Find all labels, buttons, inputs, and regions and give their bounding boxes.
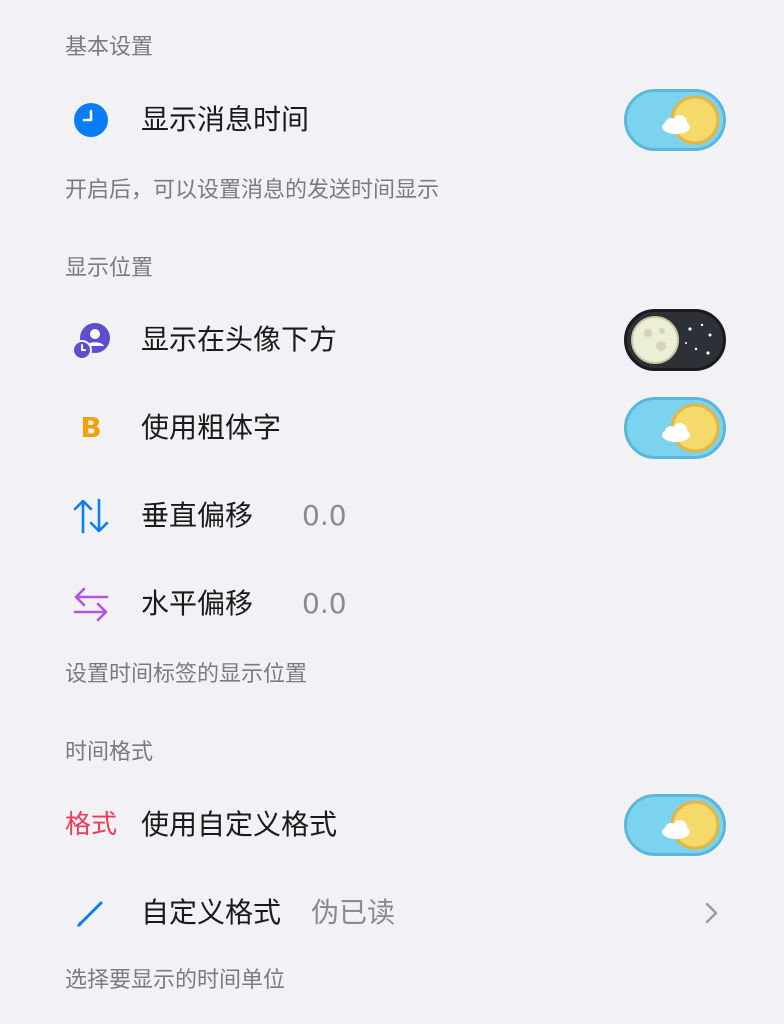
pencil-icon [65,887,117,939]
row-show-message-time[interactable]: 显示消息时间 [0,76,784,164]
row-use-custom-format[interactable]: 格式 使用自定义格式 [0,781,784,869]
bold-icon-glyph: B [80,411,102,444]
use-bold-toggle[interactable] [624,397,726,459]
show-message-time-toggle[interactable] [624,89,726,151]
use-custom-format-toggle[interactable] [624,794,726,856]
row-use-bold[interactable]: B 使用粗体字 [0,384,784,472]
vertical-offset-icon [65,490,117,542]
basic-description: 开启后，可以设置消息的发送时间显示 [65,178,440,203]
use-custom-format-label: 使用自定义格式 [141,808,338,841]
format-icon: 格式 [65,799,125,851]
clock-icon [65,94,117,146]
format-icon-glyph: 格式 [65,810,118,840]
use-bold-label: 使用粗体字 [141,411,282,444]
horizontal-offset-label: 水平偏移 [141,587,254,620]
vertical-offset-value: 0.0 [302,499,347,532]
row-custom-format[interactable]: 自定义格式 伪已读 [0,869,784,957]
custom-format-label: 自定义格式 [141,896,282,929]
row-vertical-offset[interactable]: 垂直偏移 0.0 [0,472,784,560]
format-description: 选择要显示的时间单位 [65,968,286,993]
section-header-basic: 基本设置 [65,35,154,60]
show-below-avatar-label: 显示在头像下方 [141,323,338,356]
vertical-offset-label: 垂直偏移 [141,499,254,532]
row-show-below-avatar[interactable]: 显示在头像下方 [0,296,784,384]
show-below-avatar-toggle[interactable] [624,309,726,371]
bold-icon: B [65,402,117,454]
horizontal-offset-icon [65,578,117,630]
section-header-format: 时间格式 [65,740,154,765]
row-horizontal-offset[interactable]: 水平偏移 0.0 [0,560,784,648]
horizontal-offset-value: 0.0 [302,587,347,620]
custom-format-value: 伪已读 [311,896,396,929]
show-message-time-label: 显示消息时间 [141,103,310,136]
position-description: 设置时间标签的显示位置 [65,662,308,687]
section-header-position: 显示位置 [65,256,154,281]
chevron-right-icon[interactable] [700,900,722,926]
avatar-below-icon [65,314,117,366]
